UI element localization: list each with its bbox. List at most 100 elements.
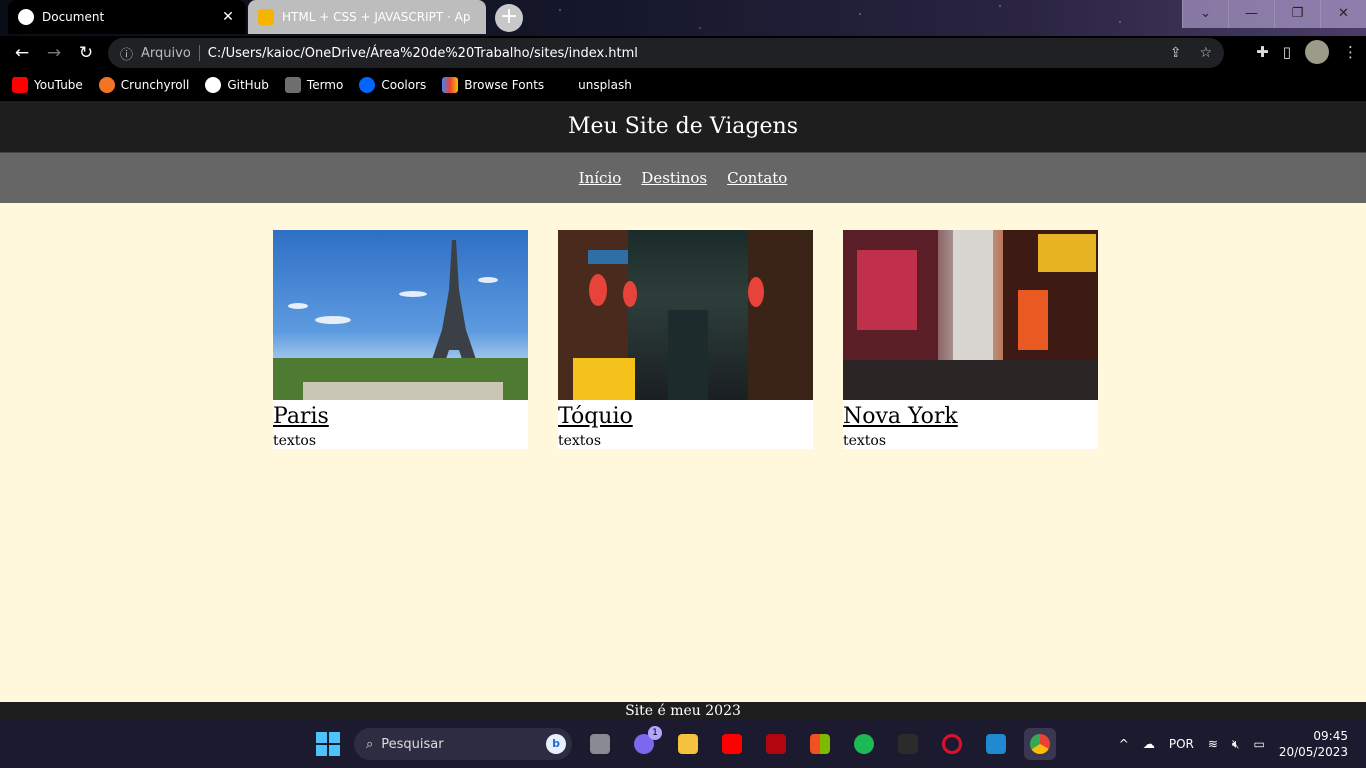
eiffel-tower-photo	[273, 230, 528, 400]
tab-title: HTML + CSS + JAVASCRIPT · Ap	[282, 10, 471, 24]
onedrive-icon[interactable]: ☁	[1143, 737, 1155, 751]
teams-chat-button[interactable]: 1	[628, 726, 662, 760]
youtube-icon	[12, 77, 28, 93]
battery-icon[interactable]: ▭	[1253, 737, 1264, 751]
site-footer: Site é meu 2023	[0, 702, 1366, 720]
reload-button[interactable]: ↻	[70, 37, 102, 69]
security-label: Arquivo	[141, 45, 191, 61]
browser-toolbar: ← → ↻ ⓘ Arquivo C:/Users/kaioc/OneDrive/…	[0, 36, 1366, 70]
divider	[198, 45, 200, 61]
site-title: Meu Site de Viagens	[568, 114, 798, 139]
bookmark-unsplash[interactable]: unsplash	[578, 78, 632, 92]
start-button[interactable]	[316, 732, 340, 756]
netflix-app-button[interactable]	[760, 728, 792, 760]
toolbar-actions: ✚ ▯ ⋮	[1256, 40, 1358, 64]
tab-title: Document	[42, 10, 105, 24]
bookmark-browse-fonts[interactable]: Browse Fonts	[442, 77, 544, 93]
slides-icon	[258, 9, 274, 25]
search-placeholder: Pesquisar	[381, 736, 444, 752]
extensions-icon[interactable]: ✚	[1256, 43, 1269, 61]
search-icon: ⌕	[366, 736, 374, 752]
back-button[interactable]: ←	[6, 37, 38, 69]
destination-cards: Paris textos Tóquio textos Nova York tex…	[273, 230, 1098, 449]
profile-avatar[interactable]	[1305, 40, 1329, 64]
taskbar-search[interactable]: ⌕ Pesquisar b	[354, 728, 572, 760]
github-icon	[205, 77, 222, 93]
site-header: Meu Site de Viagens	[0, 101, 1366, 153]
tab-html-css-js[interactable]: HTML + CSS + JAVASCRIPT · Ap	[248, 0, 486, 34]
address-bar[interactable]: ⓘ Arquivo C:/Users/kaioc/OneDrive/Área%2…	[108, 38, 1224, 68]
card-text: textos	[273, 433, 317, 449]
coolors-icon	[359, 77, 376, 93]
close-window-button[interactable]: ✕	[1320, 0, 1366, 28]
language-indicator[interactable]: POR	[1169, 737, 1194, 751]
mouse-app-button[interactable]	[892, 728, 924, 760]
opera-app-button[interactable]	[936, 728, 968, 760]
new-tab-button[interactable]: +	[495, 4, 523, 32]
maximize-button[interactable]: ❐	[1274, 0, 1320, 28]
nav-link-inicio[interactable]: Início	[579, 169, 622, 187]
vscode-app-button[interactable]	[980, 728, 1012, 760]
menu-icon[interactable]: ⋮	[1343, 43, 1358, 61]
close-tab-icon[interactable]: ✕	[220, 9, 236, 25]
teams-badge: 1	[648, 726, 662, 740]
card-text: textos	[558, 433, 602, 449]
bookmark-label: Termo	[306, 78, 344, 92]
bookmark-label: Browse Fonts	[464, 78, 545, 92]
bookmark-label: Coolors	[381, 78, 427, 92]
taskbar-apps: 1	[584, 726, 1056, 760]
side-panel-icon[interactable]: ▯	[1283, 43, 1291, 61]
bookmark-termo[interactable]: Termo	[284, 77, 344, 93]
bookmarks-bar: YouTube Crunchyroll GitHub Termo Coolors…	[0, 70, 1366, 100]
card-toquio: Tóquio textos	[558, 230, 813, 449]
card-title-nova-york[interactable]: Nova York	[843, 400, 1098, 434]
chevron-up-icon[interactable]: ^	[1119, 737, 1129, 751]
bing-icon[interactable]: b	[546, 734, 566, 754]
bookmark-youtube[interactable]: YouTube	[12, 77, 83, 93]
file-explorer-button[interactable]	[672, 728, 704, 760]
fonts-icon	[442, 77, 459, 93]
times-square-photo	[843, 230, 1098, 400]
card-text: textos	[843, 433, 887, 449]
spotify-app-button[interactable]	[848, 728, 880, 760]
bookmark-crunchyroll[interactable]: Crunchyroll	[98, 77, 190, 93]
url-text[interactable]: C:/Users/kaioc/OneDrive/Área%20de%20Trab…	[208, 46, 1162, 61]
info-icon[interactable]: ⓘ	[120, 44, 133, 63]
web-page: Meu Site de Viagens Início Destinos Cont…	[0, 101, 1366, 720]
youtube-app-button[interactable]	[716, 728, 748, 760]
volume-muted-icon[interactable]: 🔇︎	[1232, 737, 1240, 752]
forward-button[interactable]: →	[38, 37, 70, 69]
wifi-icon[interactable]: ≋	[1208, 737, 1218, 751]
clock-time: 09:45	[1313, 729, 1348, 743]
chrome-app-button[interactable]	[1024, 728, 1056, 760]
clock[interactable]: 09:45 20/05/2023	[1279, 728, 1348, 760]
tab-document[interactable]: Document ✕	[8, 0, 246, 34]
browser-tab-strip: Document ✕ HTML + CSS + JAVASCRIPT · Ap …	[0, 0, 1366, 36]
nav-link-destinos[interactable]: Destinos	[641, 169, 707, 187]
window-controls: ⌄ — ❐ ✕	[1182, 0, 1366, 28]
bookmark-star-icon[interactable]: ☆	[1199, 45, 1212, 61]
nav-link-contato[interactable]: Contato	[727, 169, 787, 187]
site-nav: Início Destinos Contato	[0, 153, 1366, 203]
globe-icon	[18, 9, 34, 25]
share-icon[interactable]: ⇪	[1170, 45, 1182, 61]
card-paris: Paris textos	[273, 230, 528, 449]
system-tray: ^ ☁ POR ≋ 🔇︎ ▭ 09:45 20/05/2023	[1119, 720, 1366, 768]
microsoft-store-button[interactable]	[804, 728, 836, 760]
tokyo-alley-photo	[558, 230, 813, 400]
card-title-toquio[interactable]: Tóquio	[558, 400, 813, 434]
bookmark-label: YouTube	[34, 78, 83, 92]
bookmark-coolors[interactable]: Coolors	[359, 77, 426, 93]
card-nova-york: Nova York textos	[843, 230, 1098, 449]
task-view-button[interactable]	[584, 728, 616, 760]
termo-icon	[284, 77, 301, 93]
clock-date: 20/05/2023	[1278, 745, 1348, 759]
taskbar: ⌕ Pesquisar b 1 ^ ☁ POR ≋ 🔇︎ ▭ 09:45 20/…	[0, 720, 1366, 768]
minimize-button[interactable]: —	[1228, 0, 1274, 28]
bookmark-label: Crunchyroll	[120, 78, 190, 92]
bookmark-label: unsplash	[578, 78, 632, 92]
bookmark-label: GitHub	[227, 78, 269, 92]
card-title-paris[interactable]: Paris	[273, 400, 528, 434]
bookmark-github[interactable]: GitHub	[205, 77, 269, 93]
tab-search-button[interactable]: ⌄	[1182, 0, 1228, 28]
